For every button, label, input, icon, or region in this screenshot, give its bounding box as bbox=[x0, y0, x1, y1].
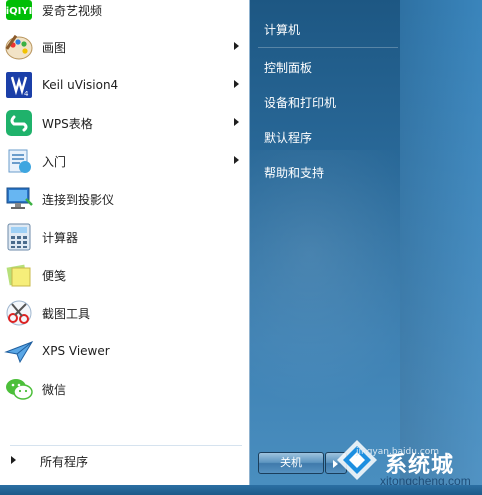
program-item-wechat[interactable]: 微信 bbox=[0, 371, 249, 407]
wps-spreadsheet-icon bbox=[4, 108, 34, 138]
menu-item-help-support[interactable]: 帮助和支持 bbox=[264, 164, 324, 181]
program-label: 爱奇艺视频 bbox=[42, 3, 103, 18]
sticky-notes-icon bbox=[4, 260, 34, 290]
submenu-arrow-icon[interactable] bbox=[234, 80, 239, 88]
submenu-arrow-icon[interactable] bbox=[234, 118, 239, 126]
program-item-xps-viewer[interactable]: XPS Viewer bbox=[0, 333, 249, 369]
menu-right-edge bbox=[400, 0, 482, 495]
menu-item-computer[interactable]: 计算机 bbox=[264, 21, 300, 38]
keil-icon: 4 bbox=[4, 70, 34, 100]
submenu-arrow-icon[interactable] bbox=[234, 42, 239, 50]
iqiyi-icon: iQIYI bbox=[4, 0, 34, 25]
program-item-snipping-tool[interactable]: 截图工具 bbox=[0, 295, 249, 331]
menu-item-default-programs[interactable]: 默认程序 bbox=[264, 129, 312, 146]
svg-text:4: 4 bbox=[24, 90, 29, 98]
xps-viewer-icon bbox=[4, 336, 34, 366]
program-label: 便笺 bbox=[42, 268, 67, 283]
program-label: 连接到投影仪 bbox=[42, 192, 115, 207]
taskbar-edge bbox=[0, 485, 482, 495]
svg-text:iQIYI: iQIYI bbox=[6, 6, 33, 17]
menu-item-devices-printers[interactable]: 设备和打印机 bbox=[264, 94, 336, 111]
getting-started-icon bbox=[4, 146, 34, 176]
program-item-sticky-notes[interactable]: 便笺 bbox=[0, 257, 249, 293]
program-item-keil[interactable]: 4 Keil uVision4 bbox=[0, 67, 249, 103]
program-item-getting-started[interactable]: 入门 bbox=[0, 143, 249, 179]
xitongcheng-logo-icon bbox=[335, 438, 379, 482]
edge-gradient bbox=[400, 0, 482, 495]
program-item-projector[interactable]: 连接到投影仪 bbox=[0, 181, 249, 217]
wechat-icon bbox=[4, 374, 34, 404]
program-label: 计算器 bbox=[42, 230, 79, 245]
all-programs-button[interactable]: 所有程序 bbox=[0, 451, 249, 473]
snipping-tool-icon bbox=[4, 298, 34, 328]
program-label: XPS Viewer bbox=[42, 344, 110, 358]
program-label: 画图 bbox=[42, 40, 67, 55]
shutdown-button[interactable]: 关机 bbox=[258, 452, 324, 474]
divider bbox=[10, 445, 242, 446]
menu-item-control-panel[interactable]: 控制面板 bbox=[264, 59, 312, 76]
program-item-paint[interactable]: 画图 bbox=[0, 29, 249, 65]
program-item-iqiyi[interactable]: iQIYI 爱奇艺视频 bbox=[0, 0, 249, 28]
projector-icon bbox=[4, 184, 34, 214]
programs-pane: iQIYI 爱奇艺视频 画图 4 Keil uVision4 WPS表格 入门 … bbox=[0, 0, 250, 495]
calculator-icon bbox=[4, 222, 34, 252]
program-label: 入门 bbox=[42, 154, 67, 169]
program-label: 微信 bbox=[42, 382, 67, 397]
program-label: WPS表格 bbox=[42, 116, 93, 131]
expand-arrow-icon bbox=[11, 456, 16, 464]
paint-palette-icon bbox=[4, 32, 34, 62]
program-item-calculator[interactable]: 计算器 bbox=[0, 219, 249, 255]
program-label: 截图工具 bbox=[42, 306, 91, 321]
program-item-wps-spreadsheet[interactable]: WPS表格 bbox=[0, 105, 249, 141]
all-programs-label: 所有程序 bbox=[40, 455, 89, 469]
program-label: Keil uVision4 bbox=[42, 78, 119, 92]
divider bbox=[258, 47, 398, 48]
